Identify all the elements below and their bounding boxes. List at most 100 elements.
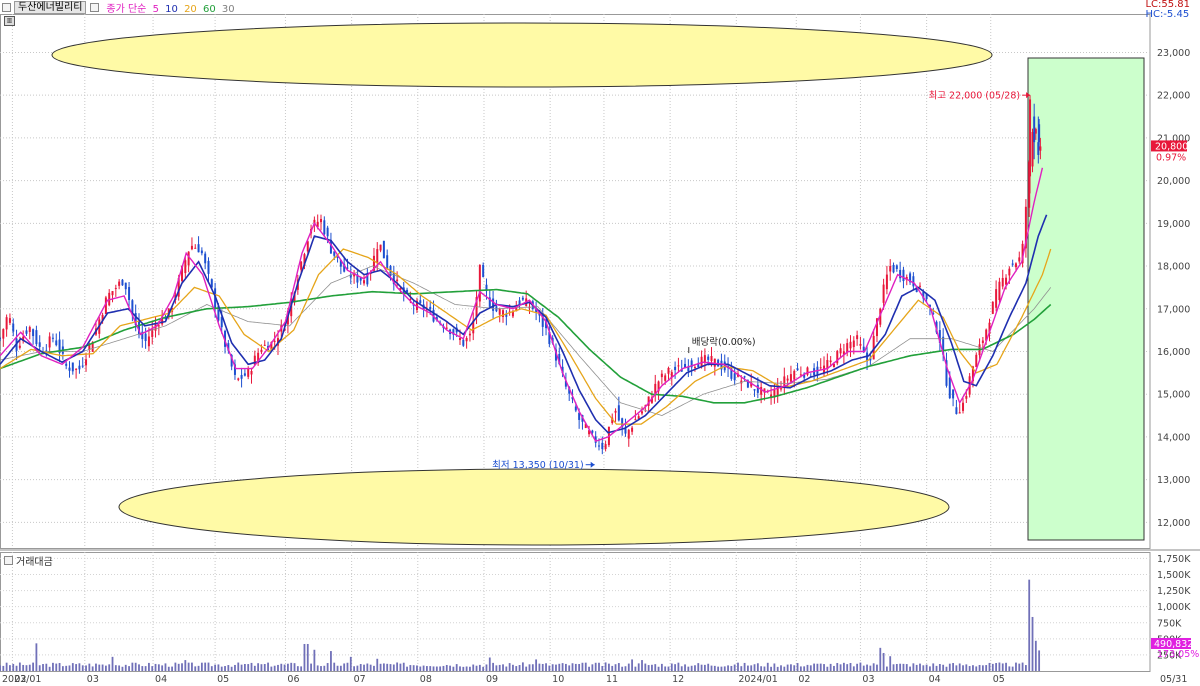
volume-bar [475,665,478,671]
volume-bar [207,662,210,671]
volume-bar [723,666,726,671]
volume-bar [965,664,968,671]
volume-bar [65,665,68,671]
candle-body [492,298,495,311]
volume-bar [131,662,134,671]
volume-bar [409,665,412,671]
volume-bar [833,665,835,671]
volume-bar [280,663,283,671]
volume-bar [419,666,422,671]
candle-body [2,329,5,339]
volume-bar [1038,650,1041,671]
volume-bar [148,662,150,671]
x-tick-label: 07 [354,674,366,685]
volume-bar [806,664,809,671]
candle-body [35,330,38,345]
candle-body [654,383,657,394]
volume-bar [876,664,878,671]
volume-bar [766,662,769,671]
volume-bar [892,664,895,671]
volume-bar [277,664,279,671]
volume-bar [369,664,372,671]
volume-bar [114,665,117,671]
ma-indicator-legend[interactable]: 종가 단순 5 10 20 60 30 [106,0,234,15]
volume-bar [942,664,945,671]
volume-bar [455,664,458,671]
volume-bar [962,665,964,671]
volume-bar [968,666,971,671]
price-chart[interactable]: 12,000 13,000 14,000 15,000 16,000 17,000 18,0… [0,0,1200,686]
candle-body [124,282,127,290]
volume-bar [680,666,683,671]
candle-body [8,318,11,323]
candle-body [1018,257,1021,262]
volume-bar [657,666,660,671]
stock-title[interactable]: 두산에너빌리티 [14,0,87,14]
volume-bar [790,664,792,671]
candle-body [981,340,984,343]
volume-bar [141,666,144,671]
volume-bar [528,664,531,671]
candle-body [204,253,207,264]
checkbox-icon[interactable] [90,2,100,12]
checkbox-icon[interactable] [2,2,11,12]
ma10-legend: 10 [165,3,178,15]
volume-bar [839,664,842,671]
candle-body [733,373,736,381]
candle-body [700,356,703,367]
volume-bar [346,662,349,671]
candle-body [948,377,951,399]
volume-bar [85,665,87,671]
volume-bar [932,663,935,671]
volume-bar [270,666,273,671]
volume-bar [326,663,329,671]
y-tick-label: 14,000 [1157,432,1190,443]
volume-bar [773,663,776,671]
volume-bar [624,666,627,671]
volume-bar [809,665,812,671]
x-tick-label: 03 [87,674,99,685]
volume-bar [508,663,511,671]
volume-bar [273,665,276,671]
candle-body [382,240,385,259]
volume-bar [194,666,197,671]
candle-body [839,348,842,354]
volume-bar [300,666,303,671]
candle-body [131,300,134,313]
candle-body [25,330,28,334]
candle-body [1039,146,1042,151]
volume-bar [316,665,319,671]
volume-bar [396,662,399,671]
candle-body [591,430,594,433]
volume-bar [283,664,286,671]
volume-bar [512,664,514,671]
candle-body [975,354,978,368]
volume-bar [770,666,772,671]
volume-bar [157,664,160,671]
candle-body [18,345,21,348]
volume-bar [349,656,352,671]
candle-body [200,250,203,254]
volume-bar [856,663,859,671]
volume-bar [68,665,71,671]
y-tick-label: 23,000 [1157,48,1190,59]
volume-bar [548,665,551,671]
candle-body [899,269,902,279]
volume-bar [912,663,915,671]
volume-bar [637,663,640,671]
checkbox-icon[interactable] [4,556,13,565]
volume-bar [627,663,630,671]
chart-tool-icon[interactable]: ▥ [4,16,15,26]
volume-bar [482,666,485,671]
volume-bar [187,662,190,671]
volume-bar [181,663,183,671]
volume-bar [373,665,375,671]
volume-bar [71,663,74,671]
candle-body [0,337,1,339]
volume-bar [416,665,418,671]
volume-tick-label: 750K [1157,618,1182,629]
candle-body [386,255,389,269]
candle-body [85,359,88,366]
volume-bar [747,665,749,671]
volume-bar [18,662,21,671]
